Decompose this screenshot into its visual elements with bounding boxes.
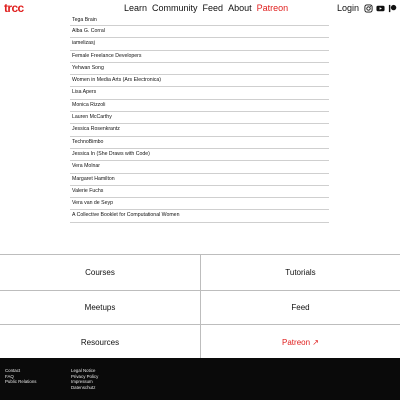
patreon-link[interactable]: Patreon ↗ <box>200 324 400 360</box>
footer-datenschutz-link[interactable]: Datenschutz <box>71 385 98 391</box>
footer-column-contact: Contact FAQ Public Relations <box>5 368 36 385</box>
footer-public-relations-link[interactable]: Public Relations <box>5 379 36 385</box>
login-link[interactable]: Login <box>337 3 359 14</box>
meetups-link[interactable]: Meetups <box>0 289 200 325</box>
list-item[interactable]: iamelizasj <box>70 38 329 51</box>
header-actions: Login <box>337 3 397 14</box>
list-item[interactable]: Female Freelance Developers <box>70 51 329 63</box>
nav-patreon[interactable]: Patreon <box>257 3 289 14</box>
main-nav: Learn Community Feed About Patreon <box>124 3 288 14</box>
courses-link[interactable]: Courses <box>0 255 200 290</box>
list-item[interactable]: Vera van de Seyp <box>70 198 329 211</box>
list-item[interactable]: Yehwan Song <box>70 63 329 76</box>
resource-list: Tega Brain Alba G. Corral iamelizasj Fem… <box>70 15 329 223</box>
list-item[interactable]: TechnoBimbo <box>70 137 329 149</box>
instagram-icon[interactable] <box>364 4 373 13</box>
list-item[interactable]: Jessica Rosenkrantz <box>70 124 329 137</box>
list-item[interactable]: Margaret Hamilton <box>70 174 329 186</box>
nav-learn[interactable]: Learn <box>124 3 147 14</box>
list-item[interactable]: Lauren McCarthy <box>70 112 329 125</box>
list-item[interactable]: Women in Media Arts (Ars Electronica) <box>70 75 329 88</box>
feed-link[interactable]: Feed <box>200 289 400 325</box>
list-item[interactable]: Jessica In (She Draws with Code) <box>70 149 329 162</box>
site-logo[interactable]: trcc <box>4 2 24 14</box>
list-item[interactable]: Lisa Apers <box>70 87 329 100</box>
nav-feed[interactable]: Feed <box>203 3 224 14</box>
list-item[interactable]: Alba G. Corral <box>70 26 329 39</box>
site-footer: Contact FAQ Public Relations Legal Notic… <box>0 358 400 400</box>
list-item[interactable]: Valerie Fuchs <box>70 186 329 199</box>
tutorials-link[interactable]: Tutorials <box>200 255 400 290</box>
youtube-icon[interactable] <box>376 4 385 13</box>
section-links-grid: Courses Tutorials Meetups Feed Resources… <box>0 254 400 360</box>
nav-about[interactable]: About <box>228 3 252 14</box>
footer-column-legal: Legal Notice Privacy Policy Impressum Da… <box>71 368 98 390</box>
footer-legal-notice-link[interactable]: Legal Notice <box>71 368 98 374</box>
site-header: trcc Learn Community Feed About Patreon … <box>0 0 400 16</box>
list-item[interactable]: A Collective Booklet for Computational W… <box>70 210 329 223</box>
list-item[interactable]: Monica Rizzoli <box>70 100 329 113</box>
patreon-icon[interactable] <box>388 4 397 13</box>
list-item[interactable]: Vera Molnar <box>70 161 329 174</box>
list-item[interactable]: Tega Brain <box>70 15 329 26</box>
resources-link[interactable]: Resources <box>0 324 200 359</box>
nav-community[interactable]: Community <box>152 3 198 14</box>
